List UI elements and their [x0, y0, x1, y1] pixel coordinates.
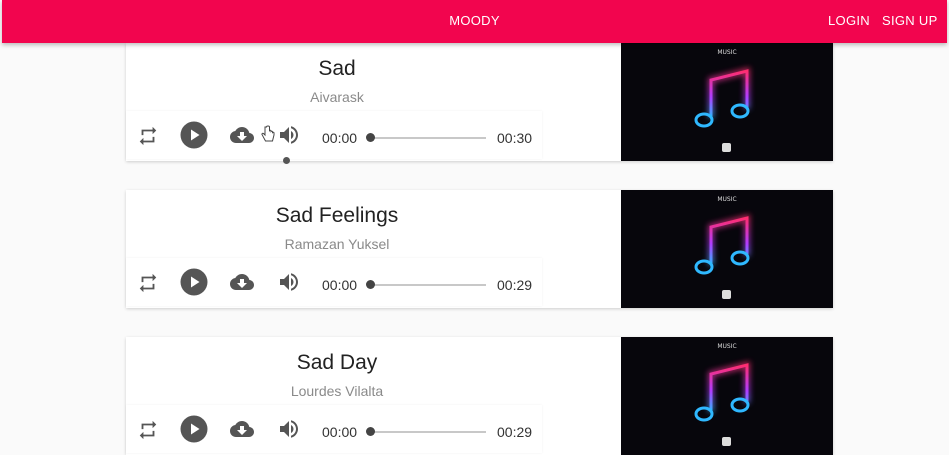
signup-link[interactable]: SIGN UP — [882, 13, 938, 28]
slider-thumb[interactable] — [366, 427, 375, 436]
repeat-icon[interactable] — [136, 125, 160, 147]
music-note-icon — [694, 67, 750, 128]
player-controls: 00:00 00:29 — [126, 258, 542, 306]
album-cover: MUSIC — [621, 337, 833, 455]
song-title: Sad — [318, 57, 356, 80]
current-time: 00:00 — [322, 277, 358, 293]
song-card: Sad Aivarask 00:00 00:30 MUSIC — [126, 43, 833, 164]
volume-icon[interactable] — [277, 417, 301, 441]
duration: 00:29 — [497, 424, 533, 440]
album-cover: MUSIC — [621, 43, 833, 161]
volume-icon[interactable] — [277, 270, 301, 294]
play-icon[interactable] — [180, 415, 208, 443]
player-controls: 00:00 00:29 — [126, 405, 542, 453]
duration: 00:29 — [497, 277, 533, 293]
cloud-download-icon[interactable] — [226, 417, 258, 441]
progress-slider[interactable] — [366, 133, 486, 142]
song-card: Sad Day Lourdes Vilalta 00:00 00:29 MUSI… — [126, 337, 833, 455]
song-artist: Ramazan Yuksel — [284, 236, 390, 252]
slider-thumb[interactable] — [366, 280, 375, 289]
song-title: Sad Day — [296, 351, 378, 374]
repeat-icon[interactable] — [136, 272, 160, 294]
volume-icon[interactable] — [277, 123, 301, 147]
song-artist: Lourdes Vilalta — [290, 383, 384, 399]
volume-slider-thumb[interactable] — [283, 157, 290, 164]
cloud-download-icon[interactable] — [226, 123, 258, 147]
song-artist: Aivarask — [310, 89, 364, 105]
current-time: 00:00 — [322, 130, 358, 146]
progress-slider[interactable] — [366, 427, 486, 436]
song-card: Sad Feelings Ramazan Yuksel 00:00 00:29 — [126, 190, 833, 308]
player-controls: 00:00 00:30 — [126, 111, 542, 159]
cover-label: MUSIC — [717, 196, 736, 203]
progress-slider[interactable] — [366, 280, 486, 289]
duration: 00:30 — [497, 130, 533, 146]
cover-label: MUSIC — [717, 49, 736, 56]
slider-thumb[interactable] — [366, 133, 375, 142]
repeat-icon[interactable] — [136, 419, 160, 441]
song-title: Sad Feelings — [275, 204, 399, 227]
login-link[interactable]: LOGIN — [828, 13, 870, 28]
pointer-hand-icon — [261, 125, 275, 148]
play-icon[interactable] — [180, 121, 208, 149]
current-time: 00:00 — [322, 424, 358, 440]
cloud-download-icon[interactable] — [226, 270, 258, 294]
music-note-icon — [694, 214, 750, 275]
play-icon[interactable] — [180, 268, 208, 296]
cover-label: MUSIC — [717, 343, 736, 350]
music-note-icon — [694, 361, 750, 422]
album-cover: MUSIC — [621, 190, 833, 308]
app-bar: MOODY LOGIN SIGN UP — [2, 0, 947, 43]
brand-title[interactable]: MOODY — [2, 13, 947, 28]
